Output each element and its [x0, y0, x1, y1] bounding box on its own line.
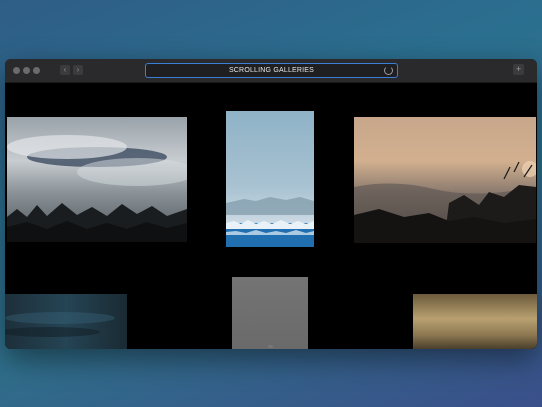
new-tab-button[interactable]: +: [513, 64, 524, 75]
chevron-right-icon[interactable]: ›: [73, 65, 83, 75]
photo-gray-panel[interactable]: [232, 277, 308, 349]
photo-blurred-water[interactable]: [5, 294, 127, 349]
gray-panel-image: [232, 277, 308, 349]
photo-foggy-forest[interactable]: [7, 117, 187, 242]
browser-titlebar: ‹ › SCROLLING GALLERIES +: [5, 59, 537, 83]
frozen-lake-image: [226, 111, 314, 247]
address-bar[interactable]: SCROLLING GALLERIES: [145, 63, 398, 78]
blurred-water-image: [5, 294, 127, 349]
zoom-window-button[interactable]: [33, 67, 40, 74]
reload-icon[interactable]: [384, 66, 393, 75]
gallery-area[interactable]: [5, 83, 537, 349]
misty-sunrise-image: [354, 117, 536, 243]
photo-blurred-amber[interactable]: [413, 294, 537, 349]
blurred-amber-image: [413, 294, 537, 349]
chevron-left-icon[interactable]: ‹: [60, 65, 70, 75]
photo-misty-sunrise[interactable]: [354, 117, 536, 243]
foggy-forest-image: [7, 117, 187, 242]
browser-window: ‹ › SCROLLING GALLERIES +: [5, 59, 537, 349]
photo-frozen-lake[interactable]: [226, 111, 314, 247]
minimize-window-button[interactable]: [23, 67, 30, 74]
scroll-indicator[interactable]: [268, 345, 273, 348]
close-window-button[interactable]: [13, 67, 20, 74]
page-title: SCROLLING GALLERIES: [228, 67, 315, 74]
